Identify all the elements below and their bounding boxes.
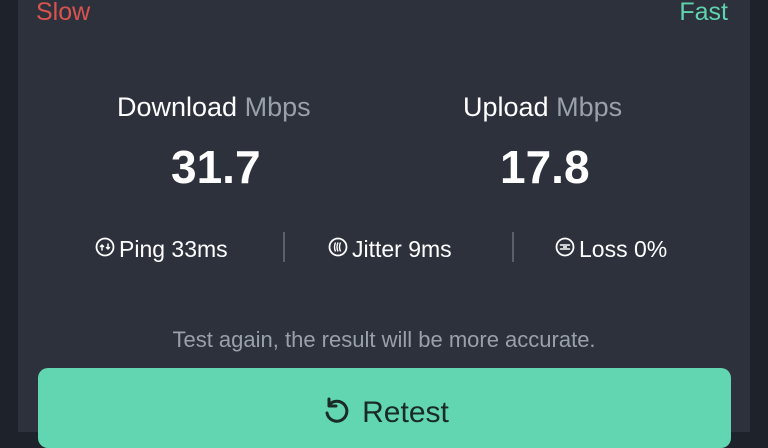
download-label: Download — [117, 92, 238, 122]
ping-icon — [95, 236, 115, 263]
ping-label: Ping 33ms — [119, 235, 228, 262]
ping-stat: Ping 33ms — [95, 234, 228, 264]
upload-value: 17.8 — [500, 141, 590, 193]
retest-button[interactable]: Retest — [38, 368, 731, 448]
retest-icon — [320, 396, 352, 433]
download-title: Download Mbps — [117, 90, 311, 124]
jitter-icon — [328, 236, 348, 263]
retest-label: Retest — [362, 396, 449, 429]
speed-test-screen: Slow Fast Download Mbps 31.7 Upload Mbps… — [0, 0, 768, 448]
fast-label: Fast — [679, 0, 728, 26]
loss-label: Loss 0% — [579, 235, 668, 262]
slow-label: Slow — [36, 0, 91, 26]
loss-stat: Loss 0% — [555, 234, 667, 264]
upload-title: Upload Mbps — [463, 90, 622, 124]
stat-divider — [283, 232, 285, 262]
stat-divider — [512, 232, 514, 262]
upload-label: Upload — [463, 92, 549, 122]
download-unit: Mbps — [244, 92, 311, 122]
upload-unit: Mbps — [556, 92, 623, 122]
loss-icon — [555, 236, 575, 263]
download-value: 31.7 — [171, 141, 261, 193]
accuracy-hint: Test again, the result will be more accu… — [172, 327, 596, 352]
jitter-stat: Jitter 9ms — [328, 234, 452, 264]
jitter-label: Jitter 9ms — [352, 235, 452, 262]
